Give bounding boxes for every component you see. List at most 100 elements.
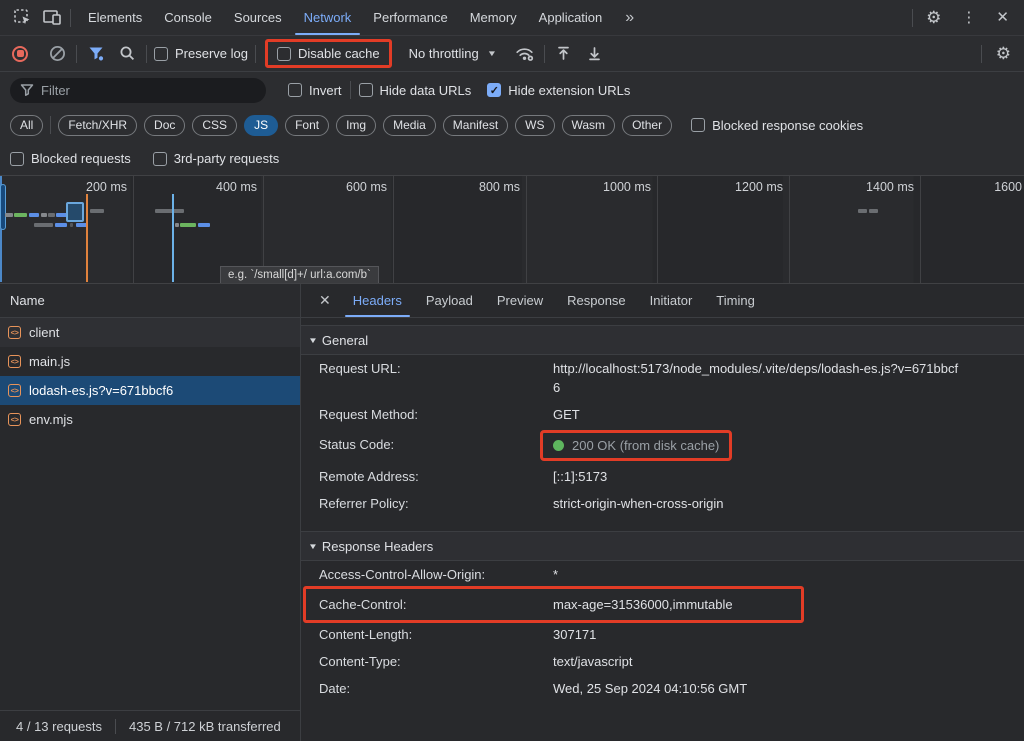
throttling-value: No throttling	[408, 46, 479, 61]
tab-sources[interactable]: Sources	[223, 0, 293, 35]
hide-extension-urls-label: Hide extension URLs	[508, 82, 631, 98]
timeline-marker-line	[172, 194, 174, 282]
section-title: General	[321, 332, 369, 348]
requests-summary: 4 / 13 requests	[16, 718, 102, 734]
preserve-log-label: Preserve log	[175, 46, 248, 61]
request-details-panel: ✕ Headers Payload Preview Response Initi…	[301, 284, 1024, 741]
overview-window-handle[interactable]	[0, 184, 6, 230]
overview-waterfall[interactable]: 200 ms 400 ms 600 ms 800 ms 1000 ms 1200 ms 14…	[0, 175, 1024, 284]
disable-cache-label: Disable cache	[297, 46, 380, 61]
network-conditions-icon[interactable]	[513, 42, 537, 66]
tab-performance[interactable]: Performance	[362, 0, 458, 35]
type-pill-other[interactable]: Other	[622, 114, 673, 136]
export-har-icon[interactable]	[552, 42, 576, 66]
request-type-filters: All Fetch/XHR Doc CSS JS Font Img Media …	[0, 108, 1024, 142]
type-pill-font[interactable]: Font	[285, 114, 330, 136]
divider	[146, 44, 147, 63]
blocked-requests-checkbox[interactable]	[10, 151, 24, 166]
filter-toggle-icon[interactable]	[84, 42, 108, 66]
header-row-status-code: Status Code: 200 OK (from disk cache)	[301, 428, 1024, 463]
third-party-requests-checkbox[interactable]	[152, 151, 167, 166]
waterfall-bar	[858, 209, 867, 213]
request-name: env.mjs	[29, 412, 73, 427]
section-general[interactable]: ▼ General	[301, 325, 1024, 355]
funnel-icon	[20, 83, 34, 100]
hide-data-urls-checkbox[interactable]	[358, 83, 373, 97]
request-row-env-mjs[interactable]: <> env.mjs	[0, 405, 300, 434]
clear-network-log-button[interactable]	[45, 42, 69, 66]
hide-extension-urls-checkbox[interactable]: ✓	[487, 83, 502, 97]
tab-application[interactable]: Application	[528, 0, 614, 35]
type-pill-css[interactable]: CSS	[192, 114, 238, 136]
third-party-requests-label: 3rd-party requests	[173, 151, 280, 166]
waterfall-bar	[155, 209, 184, 213]
waterfall-bar	[198, 223, 210, 227]
record-network-log-button[interactable]	[12, 45, 28, 62]
details-tab-initiator[interactable]: Initiator	[638, 284, 705, 317]
request-name: lodash-es.js?v=671bbcf6	[29, 383, 174, 398]
details-tab-preview[interactable]: Preview	[485, 284, 555, 317]
header-name: Access-Control-Allow-Origin:	[319, 567, 486, 582]
invert-checkbox[interactable]	[288, 83, 302, 97]
details-tab-timing[interactable]: Timing	[704, 284, 767, 317]
tab-elements[interactable]: Elements	[77, 0, 153, 35]
more-tabs-icon[interactable]: »	[619, 9, 640, 27]
timeline-tick-label: 1200 ms	[735, 180, 783, 194]
tab-network[interactable]: Network	[293, 0, 363, 35]
header-name: Cache-Control:	[319, 597, 407, 612]
type-pill-doc[interactable]: Doc	[144, 114, 186, 136]
section-title: Response Headers	[321, 538, 434, 554]
type-pill-img[interactable]: Img	[336, 114, 377, 136]
divider	[50, 116, 52, 134]
request-row-client[interactable]: <> client	[0, 318, 300, 347]
network-main-area: Name <> client <> main.js <> lodash-es.j…	[0, 284, 1024, 741]
name-column-header[interactable]: Name	[0, 284, 300, 318]
waterfall-bar	[175, 223, 179, 227]
import-har-icon[interactable]	[583, 42, 607, 66]
type-pill-js[interactable]: JS	[244, 114, 279, 136]
script-file-icon: <>	[8, 326, 21, 339]
close-devtools-icon[interactable]: ✕	[989, 0, 1016, 35]
filter-input[interactable]	[10, 77, 266, 103]
waterfall-bar	[34, 223, 53, 227]
inspect-cursor-icon[interactable]	[10, 6, 34, 30]
header-value: 200 OK (from disk cache)	[572, 438, 720, 453]
details-tab-headers[interactable]: Headers	[341, 284, 414, 317]
divider	[254, 44, 256, 63]
network-toolbar: Preserve log Disable cache No throttling…	[0, 36, 1024, 72]
transfer-summary: 435 B / 712 kB transferred	[129, 718, 281, 734]
header-value: 307171	[553, 627, 597, 642]
kebab-menu-icon[interactable]: ⋮	[954, 0, 983, 35]
timeline-tick-label: 200 ms	[86, 180, 127, 194]
tab-console[interactable]: Console	[153, 0, 223, 35]
type-pill-media[interactable]: Media	[383, 114, 436, 136]
close-details-icon[interactable]: ✕	[313, 292, 341, 309]
type-pill-all[interactable]: All	[10, 114, 44, 136]
timeline-gridline	[920, 176, 921, 283]
timeline-gridline	[393, 176, 394, 283]
search-icon[interactable]	[115, 42, 139, 66]
more-filters-row: Blocked requests 3rd-party requests	[0, 142, 1024, 175]
preserve-log-checkbox[interactable]	[154, 46, 168, 61]
type-pill-ws[interactable]: WS	[515, 114, 555, 136]
blocked-response-cookies-checkbox[interactable]	[691, 118, 706, 132]
network-settings-gear-icon[interactable]: ⚙	[989, 36, 1018, 71]
details-tab-payload[interactable]: Payload	[414, 284, 485, 317]
section-caret-icon: ▼	[308, 541, 318, 551]
details-tab-response[interactable]: Response	[555, 284, 638, 317]
request-row-lodash-es[interactable]: <> lodash-es.js?v=671bbcf6	[0, 376, 300, 405]
device-toolbar-icon[interactable]	[40, 6, 64, 30]
type-pill-fetch-xhr[interactable]: Fetch/XHR	[58, 114, 138, 136]
script-file-icon: <>	[8, 355, 21, 368]
throttling-select[interactable]: No throttling ▼	[408, 46, 497, 61]
type-pill-wasm[interactable]: Wasm	[561, 114, 616, 136]
header-name: Content-Type:	[319, 654, 401, 669]
type-pill-manifest[interactable]: Manifest	[442, 114, 509, 136]
request-row-main-js[interactable]: <> main.js	[0, 347, 300, 376]
hide-extension-urls-group: ✓ Hide extension URLs	[487, 83, 630, 98]
disable-cache-checkbox[interactable]	[276, 46, 291, 61]
section-response-headers[interactable]: ▼ Response Headers	[301, 531, 1024, 561]
waterfall-bar	[869, 209, 878, 213]
tab-memory[interactable]: Memory	[459, 0, 528, 35]
settings-gear-icon[interactable]: ⚙	[919, 0, 948, 35]
